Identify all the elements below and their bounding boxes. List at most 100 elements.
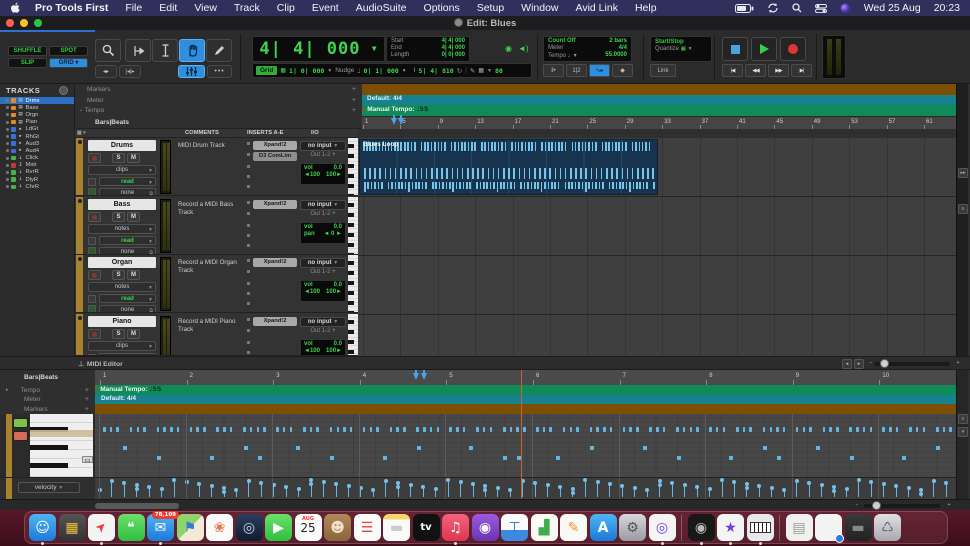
me-markers-ruler[interactable] — [95, 404, 956, 414]
menu-clip[interactable]: Clip — [277, 2, 295, 14]
nudge-dropdown-arrow[interactable]: ▼ — [402, 68, 407, 74]
add-tempo-button[interactable]: + — [352, 107, 356, 114]
velocity-head[interactable] — [384, 479, 388, 483]
velocity-head[interactable] — [446, 478, 450, 482]
velocity-head[interactable] — [322, 480, 326, 484]
output-path[interactable]: Out 1-2 + — [302, 269, 344, 277]
track-view-selector[interactable]: clips▼ — [88, 165, 156, 175]
insert-d3-comlim[interactable]: D3 ComLim — [253, 152, 297, 161]
velocity-head[interactable] — [471, 482, 475, 486]
input-selector[interactable]: no input ▼ — [300, 141, 346, 151]
zoom-plus-button[interactable]: + — [953, 359, 963, 369]
output-speaker-icon[interactable]: ◄) — [518, 44, 529, 53]
dock-steam-icon[interactable]: ◎ — [236, 514, 263, 541]
scroll-menu-button[interactable]: ≡ — [958, 204, 968, 214]
track-list-item-rvrr[interactable]: ↓RvrR — [0, 169, 74, 176]
track-view-selector[interactable]: notes▼ — [88, 282, 156, 292]
insert-xpand-2[interactable]: Xpand!2 — [253, 258, 297, 267]
dock-contacts-icon[interactable]: ☻ — [324, 514, 351, 541]
velocity-head[interactable] — [122, 481, 126, 485]
velocity-head[interactable] — [708, 487, 712, 491]
menu-audiosuite[interactable]: AudioSuite — [356, 2, 407, 14]
menu-view[interactable]: View — [194, 2, 217, 14]
output-path[interactable]: Out 1-2 + — [302, 328, 344, 336]
dock-docfile-icon[interactable]: ▤ — [786, 514, 813, 541]
fast-forward-button[interactable]: ▶▶ — [768, 64, 789, 77]
inserts-column-header[interactable]: INSERTS A-E — [247, 130, 284, 136]
velocity-head[interactable] — [857, 478, 861, 482]
dock-facetime-icon[interactable]: ▶ — [265, 514, 292, 541]
menu-edit[interactable]: Edit — [159, 2, 177, 14]
track-list-item-click[interactable]: ↓Click — [0, 155, 74, 162]
dock-photos-icon[interactable]: ❀ — [206, 514, 233, 541]
apple-menu[interactable] — [10, 2, 21, 14]
grid-value[interactable]: 1| 0| 000 — [289, 67, 324, 75]
record-enable-button[interactable] — [88, 329, 101, 339]
velocity-head[interactable] — [732, 480, 736, 484]
automation-mode-selector[interactable]: read▼ — [99, 236, 156, 245]
me-bars-label[interactable]: Bars|Beats — [24, 374, 58, 381]
me-markers-label[interactable]: Markers — [24, 406, 47, 413]
velocity-head[interactable] — [807, 481, 811, 485]
me-add-meter-button[interactable]: + — [85, 396, 89, 403]
volume-pan-display[interactable]: vol0.0pan◄ 0 ► — [300, 222, 346, 244]
velocity-head[interactable] — [284, 485, 288, 489]
mute-button[interactable]: M — [127, 212, 140, 222]
velocity-head[interactable] — [583, 478, 587, 482]
siri-icon[interactable] — [840, 3, 851, 14]
me-tempo-label[interactable]: Tempo — [21, 387, 41, 394]
volume-pan-display[interactable]: vol0.0◄100100► — [300, 163, 346, 185]
velocity-head[interactable] — [160, 487, 164, 491]
velocity-head[interactable] — [608, 482, 612, 486]
velocity-lane-selector[interactable]: velocity ▼ — [18, 482, 80, 493]
zoom-in-button[interactable]: |◂|▸ — [119, 65, 141, 78]
solo-button[interactable]: S — [112, 212, 125, 222]
velocity-head[interactable] — [147, 485, 151, 489]
input-selector[interactable]: no input ▼ — [300, 258, 346, 268]
velocity-head[interactable] — [459, 480, 463, 484]
timeline-selection-start[interactable] — [391, 118, 397, 125]
dock-mail-icon[interactable]: ✉78,109 — [147, 514, 174, 541]
me-meter-label[interactable]: Meter — [24, 396, 41, 403]
record-enable-button[interactable] — [88, 270, 101, 280]
spot-mode-button[interactable]: SPOT — [49, 46, 88, 56]
track-header-grid-icon[interactable]: ▦ ▾ — [77, 130, 86, 136]
midi-merge-button[interactable]: ◆ — [612, 64, 633, 77]
tempo-row[interactable]: Tempo ♩▾55.0000 — [544, 51, 631, 59]
solo-button[interactable]: S — [112, 153, 125, 163]
track-list-item-pian[interactable]: ▤Pian — [0, 119, 74, 126]
velocity-head[interactable] — [434, 487, 438, 491]
velocity-head[interactable] — [894, 484, 898, 488]
zoom-slider-knob[interactable] — [880, 359, 889, 368]
dock-recorder-icon[interactable]: ◉ — [688, 514, 715, 541]
midi-editor-title[interactable]: ⊥MIDI Editor — [78, 360, 123, 368]
pre-roll-icon[interactable]: ◉ — [505, 44, 512, 53]
velocity-head[interactable] — [633, 486, 637, 490]
scroll-thumb[interactable] — [95, 503, 179, 509]
pencil-tool[interactable] — [206, 39, 232, 62]
velocity-head[interactable] — [658, 483, 662, 487]
menu-pro-tools-first[interactable]: Pro Tools First — [35, 2, 108, 14]
track-list-item-aud4[interactable]: ▸Aud4 — [0, 147, 74, 154]
input-selector[interactable]: no input ▼ — [300, 317, 346, 327]
tracks-panel-menu-button[interactable] — [59, 86, 68, 95]
input-monitor-icon[interactable] — [88, 188, 96, 196]
menu-track[interactable]: Track — [234, 2, 260, 14]
output-window-selector[interactable]: none⧉ — [99, 188, 156, 196]
add-meter-button[interactable]: + — [352, 97, 356, 104]
grid-value-mode[interactable]: Grid — [256, 66, 277, 75]
grabber-tool[interactable] — [179, 39, 205, 62]
velocity-head[interactable] — [309, 482, 313, 486]
velocity-head[interactable] — [795, 479, 799, 483]
velocity-head[interactable] — [483, 488, 487, 492]
dock-pages-icon[interactable]: ✎ — [560, 514, 587, 541]
io-column-header[interactable]: I/O — [311, 130, 319, 136]
track-header-drums[interactable]: Drums▾SMclips▼read▼none⧉MIDI Drum TrackX… — [75, 138, 358, 196]
grid-mode-button[interactable]: GRID ▾ — [49, 58, 88, 68]
insert-xpand-2[interactable]: Xpand!2 — [253, 317, 297, 326]
metronome-button[interactable]: ‖• — [543, 64, 564, 77]
menu-file[interactable]: File — [125, 2, 142, 14]
conductor-button[interactable]: ∿▸ — [589, 64, 610, 77]
automation-icon[interactable] — [88, 178, 96, 186]
menu-date[interactable]: Wed 25 Aug — [864, 2, 921, 14]
